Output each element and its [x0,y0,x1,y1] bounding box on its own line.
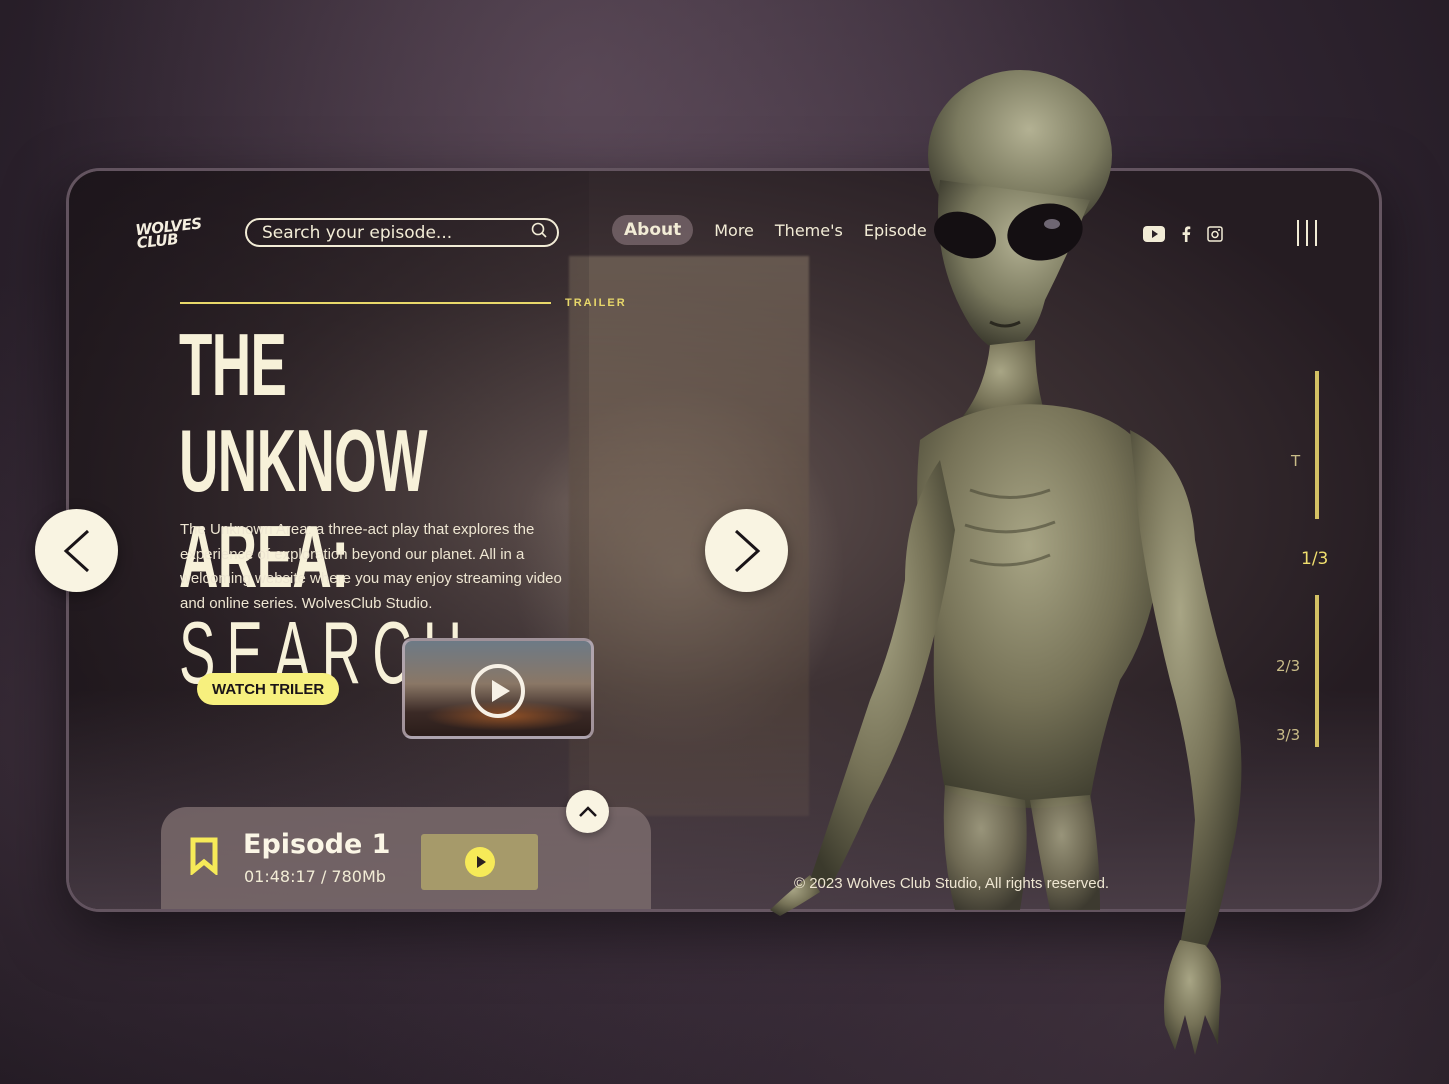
nav-item-themes[interactable]: Theme's [775,221,843,240]
play-icon [464,847,495,877]
menu-icon[interactable] [1297,220,1317,246]
bookmark-icon[interactable] [189,837,219,880]
chevron-up-icon [578,805,597,817]
next-arrow-button[interactable] [705,509,788,592]
nav-item-about[interactable]: About [612,215,694,245]
pager-bar-bottom [1315,595,1319,747]
search-input[interactable] [262,222,531,243]
episode-title: Episode 1 [243,829,391,860]
social-links [1143,226,1223,247]
nav-item-episode[interactable]: Episode [864,221,927,240]
trailer-thumbnail[interactable] [402,638,594,739]
episode-play-button[interactable] [421,834,538,890]
main-nav: About More Theme's Episode [612,215,927,245]
prev-arrow-button[interactable] [35,509,118,592]
pager-bar-top [1315,371,1319,519]
expand-episode-button[interactable] [566,790,609,833]
play-icon[interactable] [471,664,525,718]
pager-item-1[interactable]: 1/3 [1301,549,1328,569]
episode-meta: 01:48:17 / 780Mb [244,867,386,886]
youtube-icon[interactable] [1143,226,1165,247]
chevron-right-icon [734,529,760,572]
watch-trailer-button[interactable]: WATCH TRILER [197,673,340,705]
pager-item-2[interactable]: 2/3 [1276,657,1300,675]
nav-item-more[interactable]: More [714,221,754,240]
instagram-icon[interactable] [1207,226,1223,247]
hero-description: The Unknown Area: a three-act play that … [180,521,562,612]
trailer-label: TRAILER [565,297,627,309]
trailer-divider [180,302,551,304]
facebook-icon[interactable] [1181,226,1191,247]
chevron-left-icon [63,529,89,572]
page-title: THE UNKNOW AREA: SEARCH [179,315,462,701]
pager-item-3[interactable]: 3/3 [1276,726,1300,744]
pager-top-label: T [1291,452,1301,470]
copyright: © 2023 Wolves Club Studio, All rights re… [794,875,1110,892]
title-line-1: THE UNKNOW [179,315,427,510]
search-icon[interactable] [531,222,547,243]
search-bar [245,218,559,247]
